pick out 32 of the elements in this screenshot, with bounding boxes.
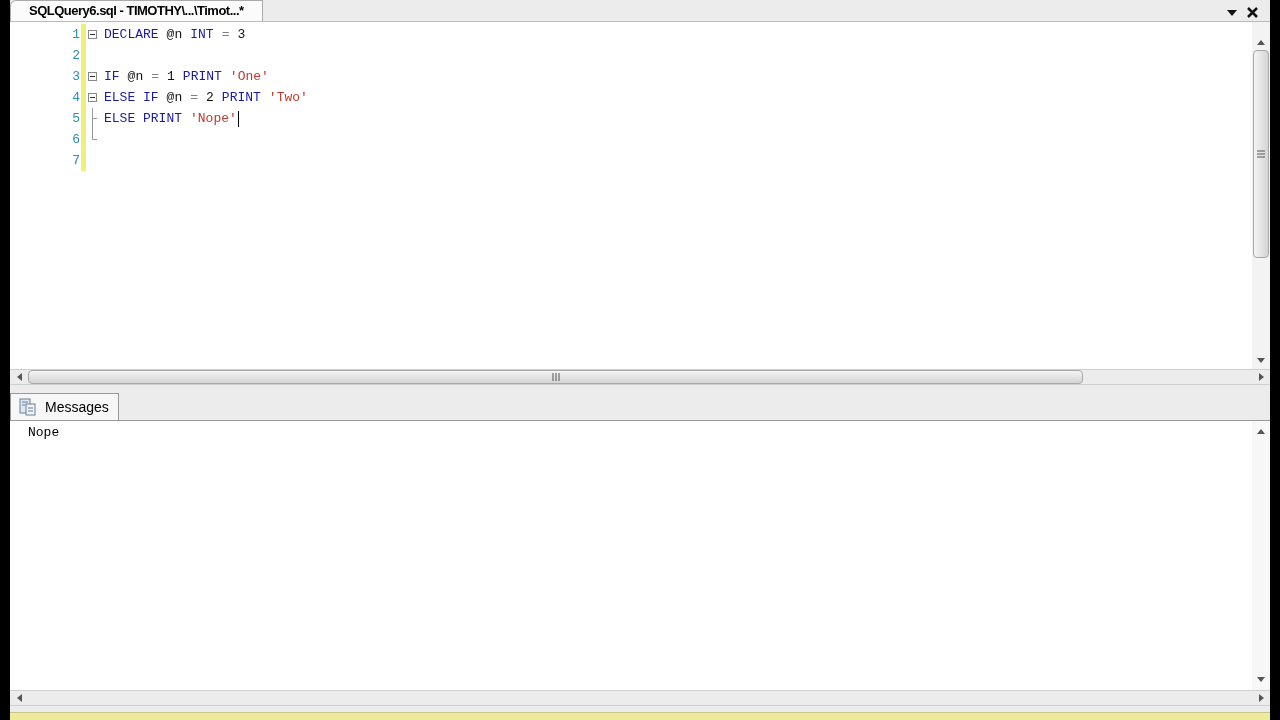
dropdown-icon[interactable] (1227, 9, 1237, 16)
code-line: ELSE IF @n = 2 PRINT 'Two' (104, 88, 308, 107)
collapse-icon[interactable] (88, 30, 97, 39)
collapse-icon[interactable] (88, 72, 97, 81)
vertical-scrollbar[interactable] (1252, 22, 1270, 369)
collapse-icon[interactable] (88, 93, 97, 102)
scroll-thumb[interactable] (28, 370, 1083, 384)
vertical-scrollbar[interactable] (1252, 421, 1270, 690)
message-text: Nope (28, 424, 61, 442)
line-number: 4 (71, 89, 80, 107)
close-icon[interactable] (1247, 7, 1258, 18)
messages-tab[interactable]: Messages (10, 393, 119, 420)
code-line: ELSE PRINT 'Nope' (104, 109, 237, 128)
code-line: IF @n = 1 PRINT 'One' (104, 67, 269, 86)
document-tab[interactable]: SQLQuery6.sql - TIMOTHY\...\Timot...* (10, 0, 263, 21)
scroll-up-icon[interactable] (1257, 40, 1265, 45)
scroll-up-icon[interactable] (1257, 429, 1265, 434)
fold-end-icon (92, 129, 97, 140)
fold-line-icon (92, 108, 97, 129)
line-number: 3 (71, 68, 80, 86)
messages-icon (19, 398, 37, 416)
line-number: 5 (71, 110, 80, 128)
scroll-thumb[interactable] (1253, 50, 1269, 258)
scroll-down-icon[interactable] (1257, 358, 1265, 363)
horizontal-scrollbar[interactable] (10, 369, 1270, 385)
line-number: 1 (71, 26, 80, 44)
line-number: 2 (71, 47, 80, 65)
line-number: 7 (71, 152, 80, 170)
line-number: 6 (71, 131, 80, 149)
horizontal-scrollbar[interactable] (10, 690, 1270, 706)
code-line: DECLARE @n INT = 3 (104, 25, 246, 44)
scroll-down-icon[interactable] (1257, 677, 1265, 682)
